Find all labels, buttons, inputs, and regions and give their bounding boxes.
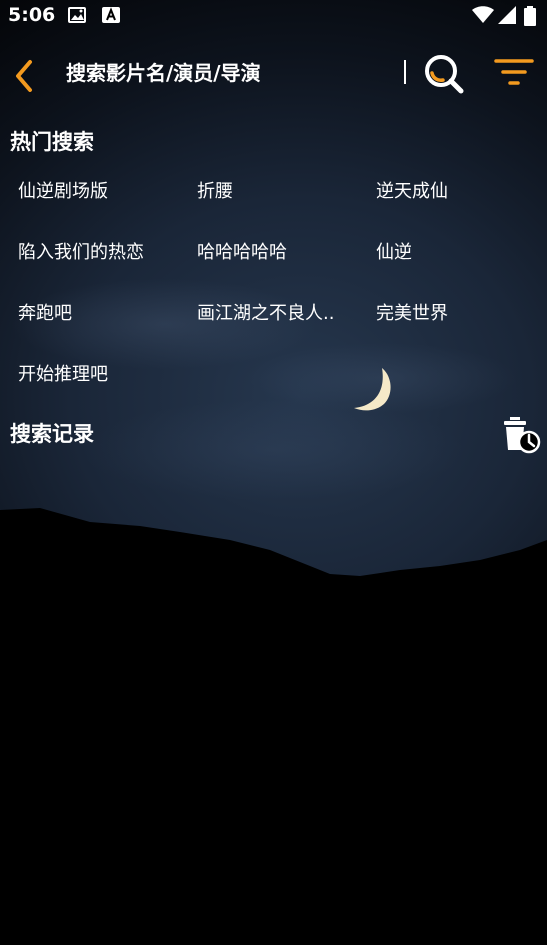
hot-search-item[interactable]: 仙逆剧场版	[18, 172, 188, 212]
wifi-icon	[472, 6, 494, 28]
hot-search-item[interactable]: 奔跑吧	[18, 294, 188, 334]
filter-button[interactable]	[494, 56, 534, 90]
hot-search-item[interactable]: 画江湖之不良人..	[197, 294, 367, 334]
hot-search-item[interactable]: 逆天成仙	[376, 172, 541, 212]
moon-crescent	[354, 368, 391, 411]
search-history-title: 搜索记录	[10, 422, 94, 446]
search-header	[0, 48, 547, 98]
image-icon	[68, 7, 86, 27]
hot-search-item[interactable]: 哈哈哈哈哈	[197, 233, 367, 273]
filter-icon	[494, 59, 534, 85]
status-bar: 5:06	[0, 0, 547, 32]
clear-history-button[interactable]	[500, 416, 542, 456]
hot-search-title: 热门搜索	[10, 130, 94, 154]
signal-icon	[498, 6, 518, 28]
search-icon	[425, 55, 464, 94]
a-badge-icon	[102, 7, 120, 27]
hot-search-item[interactable]: 仙逆	[376, 233, 541, 273]
battery-icon	[524, 6, 536, 30]
search-button[interactable]	[422, 52, 466, 94]
status-time: 5:06	[8, 4, 56, 26]
hot-search-item[interactable]: 陷入我们的热恋	[18, 233, 188, 273]
back-button[interactable]	[8, 54, 42, 92]
chevron-left-icon	[16, 60, 32, 92]
text-cursor	[404, 60, 406, 84]
hot-search-item[interactable]: 开始推理吧	[18, 355, 188, 395]
hot-search-item[interactable]: 折腰	[197, 172, 367, 212]
delete-history-icon	[504, 417, 541, 454]
mountain-silhouette	[0, 508, 547, 610]
search-input[interactable]	[66, 58, 406, 88]
hot-search-item[interactable]: 完美世界	[376, 294, 541, 334]
